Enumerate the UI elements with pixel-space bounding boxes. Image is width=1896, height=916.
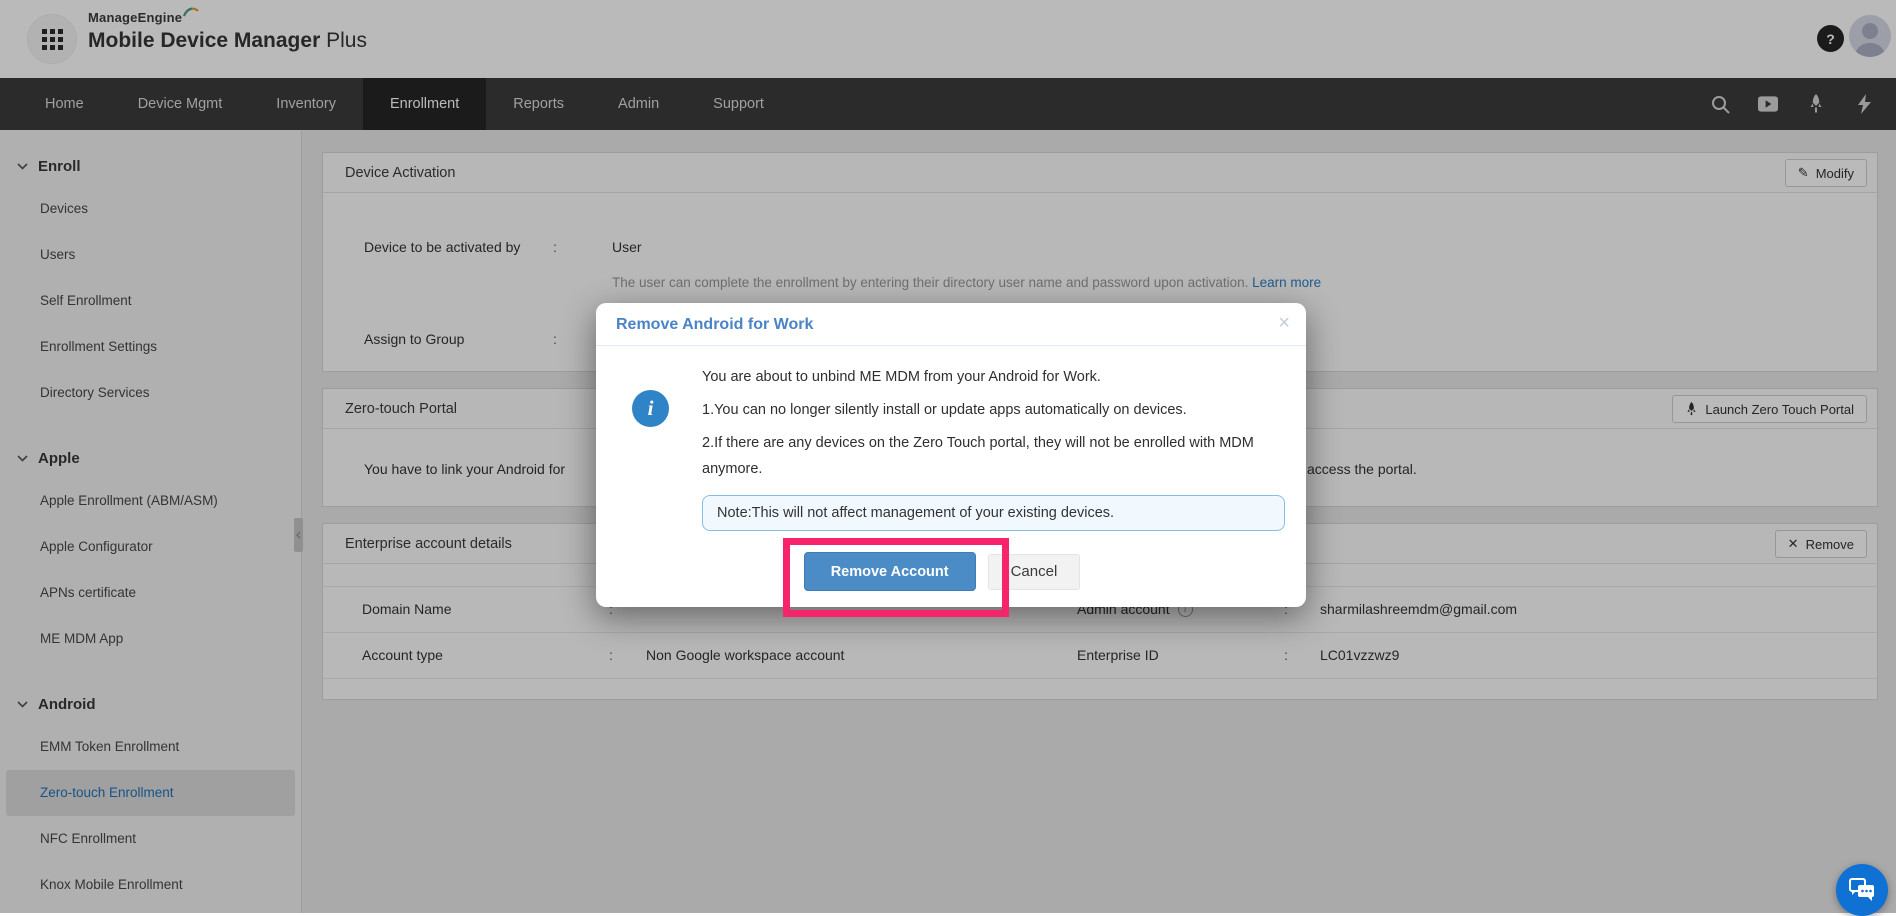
dialog-body: i You are about to unbind ME MDM from yo… bbox=[596, 346, 1306, 531]
dialog-line-1: You are about to unbind ME MDM from your… bbox=[702, 369, 1101, 385]
dialog-footer: Remove Account Cancel bbox=[596, 531, 1306, 607]
cancel-button[interactable]: Cancel bbox=[987, 553, 1081, 590]
remove-account-button[interactable]: Remove Account bbox=[803, 552, 976, 591]
dialog-note: Note:This will not affect management of … bbox=[702, 495, 1285, 531]
page: ManageEngine Mobile Device Manager Plus … bbox=[0, 0, 1896, 916]
dialog-line-2: 1.You can no longer silently install or … bbox=[702, 402, 1187, 418]
dialog-title: Remove Android for Work bbox=[616, 316, 814, 333]
info-glyph: i bbox=[647, 396, 654, 420]
remove-android-for-work-dialog: Remove Android for Work × i You are abou… bbox=[596, 303, 1306, 607]
live-chat-button[interactable] bbox=[1836, 864, 1888, 916]
close-icon[interactable]: × bbox=[1278, 313, 1290, 333]
chat-bubbles-icon bbox=[1849, 878, 1874, 901]
info-icon: i bbox=[632, 390, 669, 427]
dialog-line-3: 2.If there are any devices on the Zero T… bbox=[702, 435, 1254, 477]
dialog-header: Remove Android for Work × bbox=[596, 303, 1306, 346]
